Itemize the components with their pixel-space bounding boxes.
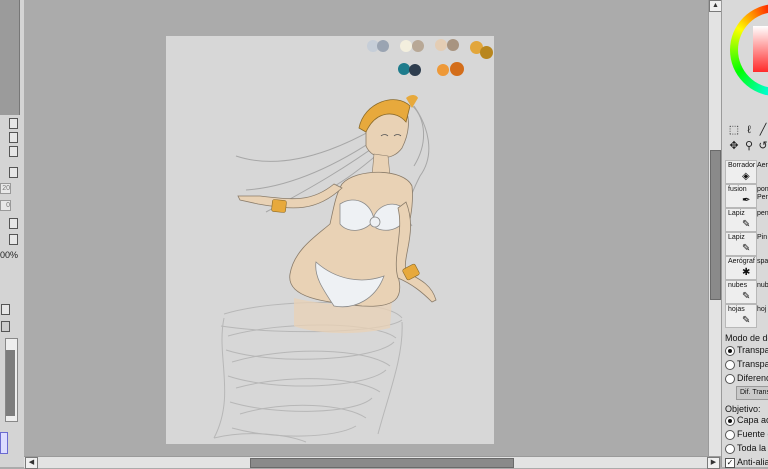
layer-option-checkbox[interactable] bbox=[1, 321, 10, 332]
rect-select-icon[interactable]: ⬚ bbox=[728, 124, 740, 136]
mode-option-label: Diferencia bbox=[737, 373, 768, 383]
brush-label-secondary[interactable]: hoj bbox=[757, 306, 766, 313]
layer-option-checkbox[interactable] bbox=[1, 304, 10, 315]
brush-lapiz[interactable]: Lapiz ✎ bbox=[725, 208, 757, 232]
panel-button[interactable] bbox=[9, 118, 18, 129]
pen-icon: ✒ bbox=[742, 195, 751, 206]
arrow-right-icon[interactable]: ▶ bbox=[707, 457, 720, 469]
dropdown-button[interactable] bbox=[9, 218, 18, 229]
objective-label: Objetivo: bbox=[725, 404, 761, 414]
dropdown-button[interactable] bbox=[9, 234, 18, 245]
lasso-icon[interactable]: ℓ bbox=[743, 124, 755, 136]
brush-label: Lapiz bbox=[728, 234, 745, 241]
brush-hojas[interactable]: hojas ✎ bbox=[725, 304, 757, 328]
mode-option[interactable]: Diferencia bbox=[725, 373, 768, 384]
arrow-left-icon[interactable]: ◀ bbox=[25, 457, 38, 469]
objective-option-label: Capa act bbox=[737, 415, 768, 425]
brush-label: nubes bbox=[728, 282, 748, 289]
radio-icon[interactable] bbox=[725, 373, 735, 384]
radio-icon[interactable] bbox=[725, 443, 735, 454]
move-icon[interactable]: ✥ bbox=[728, 140, 740, 152]
radio-icon[interactable] bbox=[725, 415, 735, 426]
panel-button[interactable] bbox=[9, 146, 18, 157]
layer-scrollbar-thumb[interactable] bbox=[6, 350, 15, 416]
brush-icon: ✎ bbox=[742, 315, 751, 326]
brush-label: Aerógraf bbox=[728, 258, 755, 265]
panel-button[interactable] bbox=[9, 132, 18, 143]
mode-option[interactable]: Transpar bbox=[725, 345, 768, 356]
brush-label: Lapiz bbox=[728, 210, 745, 217]
antialias-checkbox[interactable]: ✓Anti-alias bbox=[725, 457, 768, 468]
brush-label-secondary[interactable]: pon Pen bbox=[757, 186, 768, 202]
zoom-icon[interactable]: ⚲ bbox=[743, 140, 755, 152]
airbrush-icon: ✱ bbox=[742, 267, 751, 278]
pencil-icon: ✎ bbox=[742, 219, 751, 230]
brush-label-secondary[interactable]: nub bbox=[757, 282, 768, 289]
brush-label-secondary[interactable]: spa bbox=[757, 258, 768, 265]
vertical-scrollbar-thumb[interactable] bbox=[710, 150, 721, 300]
panel-button[interactable] bbox=[9, 167, 18, 178]
check-icon[interactable]: ✓ bbox=[725, 457, 735, 468]
radio-icon[interactable] bbox=[725, 345, 735, 356]
brush-aerografo[interactable]: Aerógraf ✱ bbox=[725, 256, 757, 280]
size-field[interactable]: 20 bbox=[0, 183, 11, 194]
selected-layer[interactable] bbox=[0, 432, 8, 454]
brush-label-secondary[interactable]: Pin bbox=[757, 234, 767, 241]
radio-icon[interactable] bbox=[725, 359, 735, 370]
dif-trans-button[interactable]: Dif. Trans bbox=[736, 386, 768, 400]
mode-option[interactable]: Transpar bbox=[725, 359, 768, 370]
brush-lapiz-2[interactable]: Lapiz ✎ bbox=[725, 232, 757, 256]
opacity-field[interactable]: 0 bbox=[0, 200, 11, 211]
objective-option[interactable]: Toda la i bbox=[725, 443, 768, 454]
radio-icon[interactable] bbox=[725, 429, 735, 440]
brush-label: fusion bbox=[728, 186, 747, 193]
objective-option-label: Fuente d bbox=[737, 429, 768, 439]
mode-option-label: Transpar bbox=[737, 359, 768, 369]
brush-label-secondary[interactable]: Aer bbox=[757, 162, 768, 169]
color-wheel-icon[interactable] bbox=[726, 2, 768, 112]
antialias-label: Anti-alias bbox=[737, 457, 768, 467]
brush-fusion[interactable]: fusion ✒ bbox=[725, 184, 757, 208]
objective-option[interactable]: Capa act bbox=[725, 415, 768, 426]
zoom-value: 00% bbox=[0, 250, 19, 260]
brush-label: Borrador bbox=[728, 162, 756, 169]
rotate-icon[interactable]: ↺ bbox=[757, 140, 768, 152]
brush-label: hojas bbox=[728, 306, 745, 313]
brush-icon: ✎ bbox=[742, 291, 751, 302]
brush-label-secondary[interactable]: pen bbox=[757, 210, 768, 217]
character-artwork bbox=[213, 95, 437, 443]
eraser-icon: ◈ bbox=[742, 171, 750, 182]
brush-borrador[interactable]: Borrador ◈ bbox=[725, 160, 757, 184]
magic-wand-icon[interactable]: ╱ bbox=[757, 124, 768, 136]
pencil-icon: ✎ bbox=[742, 243, 751, 254]
objective-option-label: Toda la i bbox=[737, 443, 768, 453]
panel-gutter bbox=[24, 0, 40, 456]
objective-option[interactable]: Fuente d bbox=[725, 429, 768, 440]
layer-preview-panel bbox=[0, 0, 20, 115]
brush-nubes[interactable]: nubes ✎ bbox=[725, 280, 757, 304]
mode-option-label: Transpar bbox=[737, 345, 768, 355]
drawing-canvas[interactable] bbox=[166, 36, 494, 444]
mode-label: Modo de det bbox=[725, 333, 768, 343]
